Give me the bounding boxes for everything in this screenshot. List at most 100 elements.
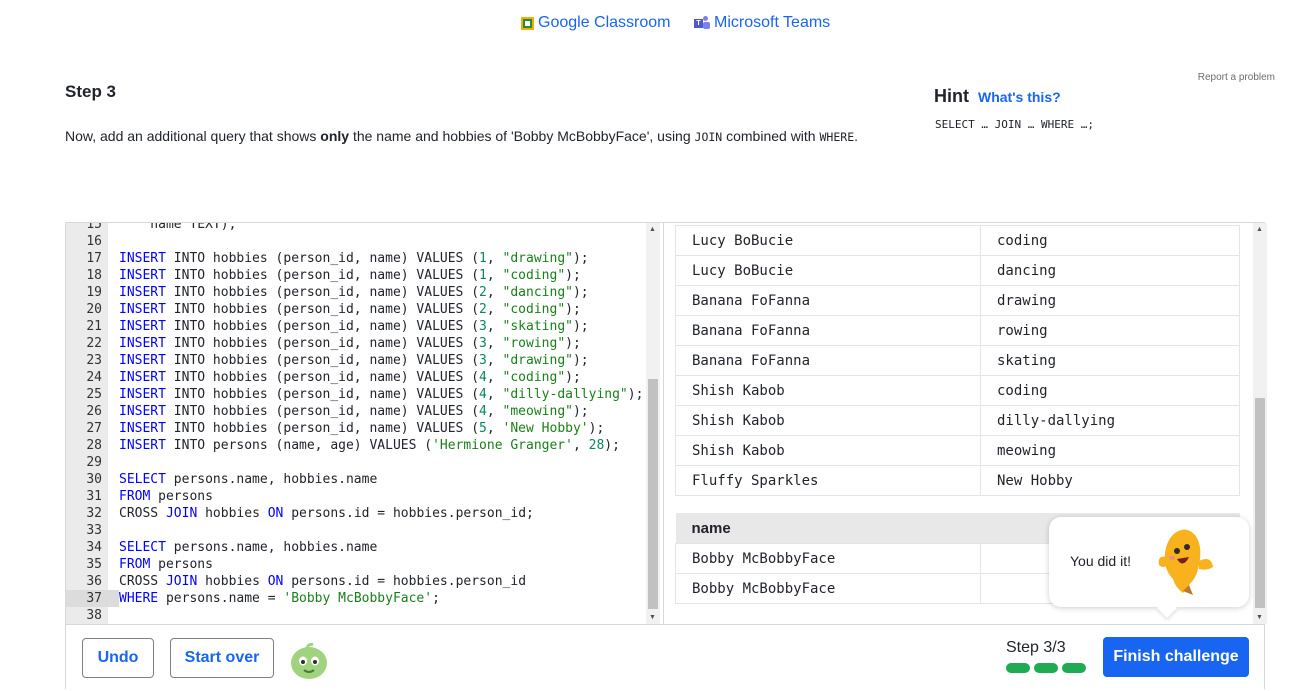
instr-bold: only bbox=[320, 128, 350, 144]
result-cell-person: Fluffy Sparkles bbox=[675, 465, 981, 496]
code-line[interactable]: 28 INSERT INTO persons (name, age) VALUES… bbox=[66, 437, 646, 454]
success-bubble: You did it! bbox=[1049, 517, 1249, 607]
result-cell-person: Bobby McBobbyFace bbox=[675, 573, 981, 604]
code-text: SELECT persons.name, hobbies.name bbox=[119, 540, 378, 555]
results-scrollbar[interactable]: ▲ ▼ bbox=[1253, 223, 1267, 624]
code-text: CROSS JOIN hobbies ON persons.id = hobbi… bbox=[119, 506, 534, 521]
code-line[interactable]: 18 INSERT INTO hobbies (person_id, name) … bbox=[66, 267, 646, 284]
code-text: INSERT INTO hobbies (person_id, name) VA… bbox=[119, 251, 589, 266]
code-line[interactable]: 34 SELECT persons.name, hobbies.name bbox=[66, 539, 646, 556]
code-line[interactable]: 25 INSERT INTO hobbies (person_id, name) … bbox=[66, 386, 646, 403]
code-line[interactable]: 37 WHERE persons.name = 'Bobby McBobbyFac… bbox=[66, 590, 646, 607]
code-line[interactable]: 24 INSERT INTO hobbies (person_id, name) … bbox=[66, 369, 646, 386]
code-text: INSERT INTO hobbies (person_id, name) VA… bbox=[119, 285, 589, 300]
result-row: Fluffy Sparkles New Hobby bbox=[675, 465, 1240, 496]
result-row: Banana FoFanna drawing bbox=[675, 285, 1240, 316]
line-number: 35 bbox=[86, 557, 102, 572]
result-cell-hobby: drawing bbox=[980, 285, 1240, 316]
line-number: 34 bbox=[86, 540, 102, 555]
code-text: FROM persons bbox=[119, 489, 213, 504]
line-number: 29 bbox=[86, 455, 102, 470]
result-cell-hobby: dilly-dallying bbox=[980, 405, 1240, 436]
line-number: 21 bbox=[86, 319, 102, 334]
code-line[interactable]: 26 INSERT INTO hobbies (person_id, name) … bbox=[66, 403, 646, 420]
result-row: Shish Kabob dilly-dallying bbox=[675, 405, 1240, 436]
code-editor[interactable]: 15 name TEXT); 16 17 INSERT INTO hobbies (p… bbox=[66, 223, 663, 624]
code-line[interactable]: 23 INSERT INTO hobbies (person_id, name) … bbox=[66, 352, 646, 369]
code-text: INSERT INTO hobbies (person_id, name) VA… bbox=[119, 336, 581, 351]
line-number: 28 bbox=[86, 438, 102, 453]
winston-icon bbox=[291, 642, 327, 679]
result-cell-hobby: coding bbox=[980, 375, 1240, 406]
result-cell-person: Banana FoFanna bbox=[675, 285, 981, 316]
microsoft-teams-link[interactable]: T Microsoft Teams bbox=[694, 14, 830, 32]
scroll-up-icon[interactable]: ▲ bbox=[1256, 226, 1263, 233]
start-over-button[interactable]: Start over bbox=[170, 638, 274, 678]
scroll-up-icon[interactable]: ▲ bbox=[649, 226, 656, 233]
hint-whats-this-link[interactable]: What's this? bbox=[978, 89, 1061, 105]
instr-part: Now, add an additional query that shows bbox=[65, 128, 321, 144]
code-line[interactable]: 35 FROM persons bbox=[66, 556, 646, 573]
line-number: 19 bbox=[86, 285, 102, 300]
progress-label: Step 3/3 bbox=[1006, 639, 1066, 656]
line-number: 38 bbox=[86, 608, 102, 623]
instr-code-where: WHERE bbox=[819, 130, 855, 144]
results-scroll-thumb[interactable] bbox=[1255, 398, 1265, 608]
code-line[interactable]: 36 CROSS JOIN hobbies ON persons.id = hob… bbox=[66, 573, 646, 590]
step-instructions: Now, add an additional query that shows … bbox=[65, 128, 858, 144]
code-text: INSERT INTO hobbies (person_id, name) VA… bbox=[119, 268, 581, 283]
code-line[interactable]: 27 INSERT INTO hobbies (person_id, name) … bbox=[66, 420, 646, 437]
code-text: INSERT INTO hobbies (person_id, name) VA… bbox=[119, 353, 589, 368]
progress-segment bbox=[1034, 663, 1058, 673]
progress-bar bbox=[1006, 663, 1086, 673]
line-number: 36 bbox=[86, 574, 102, 589]
code-text: INSERT INTO hobbies (person_id, name) VA… bbox=[119, 404, 589, 419]
code-text: INSERT INTO hobbies (person_id, name) VA… bbox=[119, 370, 581, 385]
hint-code: SELECT … JOIN … WHERE …; bbox=[935, 118, 1094, 131]
results-table-1: Lucy BoBucie coding Lucy BoBucie dancing Ban… bbox=[675, 225, 1240, 496]
result-cell-person: Shish Kabob bbox=[675, 375, 981, 406]
instr-code-join: JOIN bbox=[694, 130, 723, 144]
code-line[interactable]: 21 INSERT INTO hobbies (person_id, name) … bbox=[66, 318, 646, 335]
scroll-down-icon[interactable]: ▼ bbox=[649, 614, 656, 621]
instr-part: . bbox=[854, 128, 859, 144]
progress-segment bbox=[1006, 663, 1030, 673]
code-line[interactable]: 31 FROM persons bbox=[66, 488, 646, 505]
finish-challenge-button[interactable]: Finish challenge bbox=[1103, 637, 1249, 677]
code-text: SELECT persons.name, hobbies.name bbox=[119, 472, 378, 487]
result-row: Shish Kabob meowing bbox=[675, 435, 1240, 466]
line-number: 22 bbox=[86, 336, 102, 351]
share-row: Google Classroom T Microsoft Teams bbox=[0, 14, 1307, 36]
code-line[interactable]: 17 INSERT INTO hobbies (person_id, name) … bbox=[66, 250, 646, 267]
result-row: Banana FoFanna rowing bbox=[675, 315, 1240, 346]
progress-segment bbox=[1062, 663, 1086, 673]
line-number: 27 bbox=[86, 421, 102, 436]
code-line[interactable]: 15 name TEXT); bbox=[66, 223, 646, 233]
code-line[interactable]: 22 INSERT INTO hobbies (person_id, name) … bbox=[66, 335, 646, 352]
code-line[interactable]: 29 bbox=[66, 454, 646, 471]
editor-scroll-thumb[interactable] bbox=[648, 379, 658, 609]
code-line[interactable]: 20 INSERT INTO hobbies (person_id, name) … bbox=[66, 301, 646, 318]
line-number: 25 bbox=[86, 387, 102, 402]
editor-scrollbar[interactable]: ▲ ▼ bbox=[646, 223, 660, 624]
code-line[interactable]: 19 INSERT INTO hobbies (person_id, name) … bbox=[66, 284, 646, 301]
report-problem-link[interactable]: Report a problem bbox=[1198, 72, 1275, 83]
mascot-icon bbox=[1158, 529, 1213, 595]
scroll-down-icon[interactable]: ▼ bbox=[1256, 614, 1263, 621]
result-cell-hobby: meowing bbox=[980, 435, 1240, 466]
code-line[interactable]: 16 bbox=[66, 233, 646, 250]
code-line[interactable]: 32 CROSS JOIN hobbies ON persons.id = hob… bbox=[66, 505, 646, 522]
code-line[interactable]: 30 SELECT persons.name, hobbies.name bbox=[66, 471, 646, 488]
google-classroom-link[interactable]: Google Classroom bbox=[521, 14, 671, 32]
undo-button[interactable]: Undo bbox=[82, 638, 154, 678]
code-line[interactable]: 33 bbox=[66, 522, 646, 539]
result-header-name: name bbox=[675, 513, 981, 544]
line-number: 18 bbox=[86, 268, 102, 283]
line-number: 26 bbox=[86, 404, 102, 419]
code-text: INSERT INTO persons (name, age) VALUES (… bbox=[119, 438, 620, 453]
code-line[interactable]: 38 bbox=[66, 607, 646, 624]
code-text: WHERE persons.name = 'Bobby McBobbyFace'… bbox=[119, 591, 440, 606]
code-text: INSERT INTO hobbies (person_id, name) VA… bbox=[119, 302, 581, 317]
success-text: You did it! bbox=[1070, 553, 1131, 569]
result-row: Banana FoFanna skating bbox=[675, 345, 1240, 376]
